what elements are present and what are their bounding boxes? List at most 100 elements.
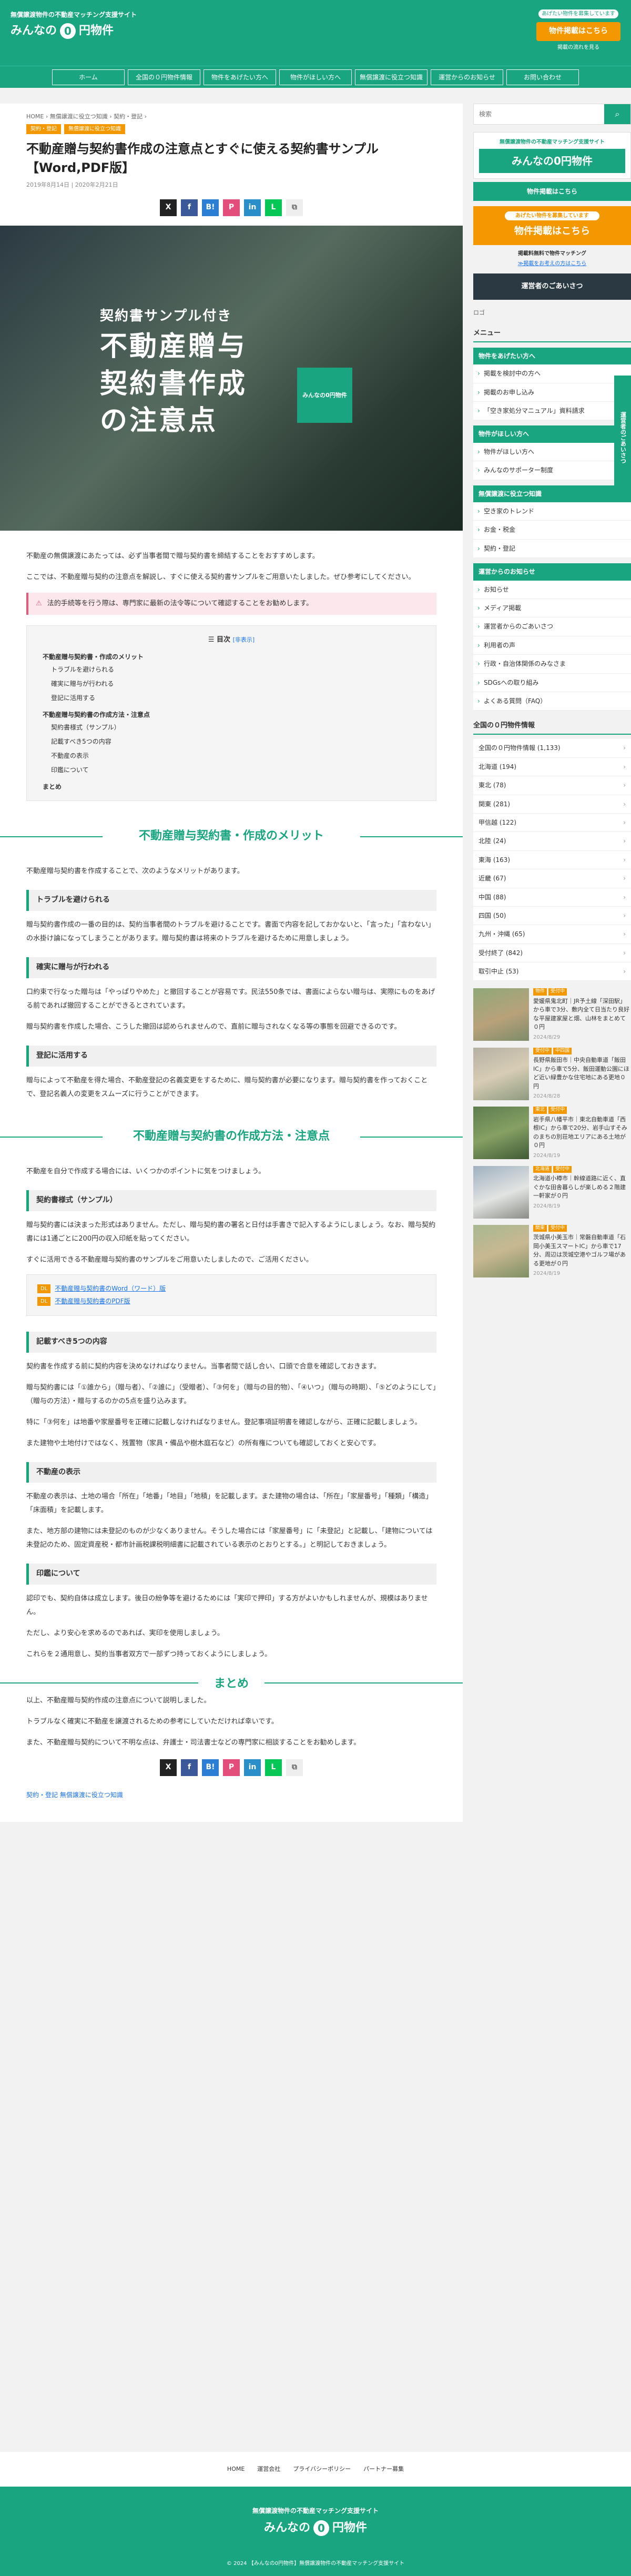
region-item[interactable]: 甲信越 (122) › [473, 814, 631, 833]
recent-post[interactable]: 受付中 中四国 長野県飯田市｜中央自動車道「飯田IC」から車で5分、飯田運動公園に… [473, 1047, 631, 1101]
footer-link-home[interactable]: HOME [227, 2465, 245, 2474]
ad-link[interactable]: ≫掲載をお考えの方はこちら [473, 259, 631, 268]
sidebar-listing-button[interactable]: 物件掲載はこちら [473, 182, 631, 201]
greeting-button[interactable]: 運営者のごあいさつ [473, 273, 631, 300]
menu-item[interactable]: 契約・登記 [473, 539, 631, 559]
toc-subitem[interactable]: 契約書様式（サンプル） [43, 721, 420, 734]
region-item[interactable]: 全国の０円物件情報 (1,133) › [473, 739, 631, 758]
menu-section[interactable]: 運営からのお知らせ [473, 563, 631, 581]
menu-section[interactable]: 物件がほしい方へ [473, 425, 631, 443]
post-date: 2024/8/28 [533, 1093, 561, 1100]
share-linkedin-button[interactable]: in [244, 199, 261, 217]
toc-subitem[interactable]: トラブルを避けられる [43, 663, 420, 676]
share-line-button[interactable]: L [265, 1759, 282, 1777]
post-date: 2024/8/29 [533, 1034, 561, 1040]
menu-item[interactable]: 掲載を検討中の方へ [473, 364, 631, 383]
menu-item[interactable]: SDGsへの取り組み [473, 673, 631, 692]
menu-item[interactable]: お金・税金 [473, 521, 631, 540]
bottom-categories[interactable]: 契約・登記 無償譲渡に役立つ知識 [26, 1790, 436, 1800]
region-item[interactable]: 関東 (281) › [473, 795, 631, 814]
nav-knowledge[interactable]: 無償譲渡に役立つ知識 [355, 69, 428, 85]
share-pocket-button[interactable]: P [223, 199, 240, 217]
nav-news[interactable]: 運営からのお知らせ [431, 69, 503, 85]
menu-item[interactable]: 運営者からのごあいさつ [473, 617, 631, 636]
menu-item[interactable]: 「空き家処分マニュアル」資料請求 [473, 402, 631, 421]
toc-toggle[interactable]: [非表示] [233, 636, 255, 643]
recent-post[interactable]: 物件 受付中 愛媛県鬼北町｜JR予土線「深田駅」から車で3分、敷内全て日当たり良好… [473, 988, 631, 1041]
share-hatena-button[interactable]: B! [202, 199, 219, 217]
recent-post[interactable]: 東北 受付中 岩手県八幡平市｜東北自動車道「西根IC」から車で20分、岩手山すそみ… [473, 1107, 631, 1160]
region-item[interactable]: 九州・沖縄 (65) › [473, 925, 631, 944]
region-item[interactable]: 中国 (88) › [473, 888, 631, 907]
breadcrumb[interactable]: HOME › 無償譲渡に役立つ知識 › 契約・登記 › [0, 112, 463, 122]
copy-link-button[interactable]: ⧉ [286, 1759, 303, 1777]
hero-subtitle: 契約書サンプル付き [100, 308, 232, 324]
download-word-link[interactable]: 不動産贈与契約書のWord（ワード）版 [55, 1283, 166, 1294]
menu-title: メニュー [473, 326, 631, 342]
footer-logo[interactable]: みんなの 0 円物件 [264, 2518, 367, 2538]
share-linkedin-button[interactable]: in [244, 1759, 261, 1777]
toc-subitem[interactable]: 記載すべき5つの内容 [43, 735, 420, 748]
region-label: 中国 (88) [479, 893, 506, 901]
listing-flow-link[interactable]: 掲載の流れを見る [557, 45, 599, 50]
menu-item[interactable]: 行政・自治体関係のみなさま [473, 655, 631, 674]
post-badges: 受付中 中四国 [533, 1047, 631, 1055]
menu-item[interactable]: メディア掲載 [473, 599, 631, 618]
search-input[interactable] [474, 104, 604, 124]
region-item[interactable]: 取引中止 (53) › [473, 962, 631, 981]
toc-subitem[interactable]: 印鑑について [43, 764, 420, 777]
toc-subitem[interactable]: 不動産の表示 [43, 749, 420, 763]
footer-link-partner[interactable]: パートナー募集 [363, 2465, 404, 2474]
nav-give[interactable]: 物件をあげたい方へ [203, 69, 276, 85]
share-hatena-button[interactable]: B! [202, 1759, 219, 1777]
menu-section[interactable]: 物件をあげたい方へ [473, 347, 631, 365]
post-badges: 物件 受付中 [533, 988, 631, 996]
share-x-button[interactable]: X [160, 1759, 177, 1777]
chevron-right-icon: › [623, 893, 626, 901]
recent-post[interactable]: 関東 受付中 茨城県小美玉市｜常磐自動車道「石岡小美玉スマートIC」から車で17分… [473, 1224, 631, 1278]
toc-subitem[interactable]: 登記に活用する [43, 692, 420, 705]
nav-listings[interactable]: 全国の０円物件情報 [128, 69, 200, 85]
toc-subitem[interactable]: 確実に贈与が行われる [43, 677, 420, 691]
search-icon[interactable]: ⌕ [604, 104, 630, 124]
sidebar-orange-listing[interactable]: あげたい物件を募集しています 物件掲載はこちら [473, 206, 631, 245]
menu-item[interactable]: お知らせ [473, 580, 631, 599]
category-tag[interactable]: 無償譲渡に役立つ知識 [64, 124, 125, 134]
region-item[interactable]: 北海道 (194) › [473, 758, 631, 777]
share-line-button[interactable]: L [265, 199, 282, 217]
listing-button[interactable]: 物件掲載はこちら [536, 22, 620, 41]
download-badge: DL [37, 1297, 51, 1306]
share-pocket-button[interactable]: P [223, 1759, 240, 1777]
site-logo[interactable]: みんなの 0 円物件 [11, 21, 114, 40]
menu-section[interactable]: 無償譲渡に役立つ知識 [473, 485, 631, 502]
share-facebook-button[interactable]: f [181, 199, 198, 217]
footer-link-company[interactable]: 運営会社 [257, 2465, 280, 2474]
menu-item[interactable]: 物件がほしい方へ [473, 442, 631, 462]
menu-item[interactable]: 利用者の声 [473, 636, 631, 655]
sidebar-logo[interactable]: 無償譲渡物件の不動産マッチング支援サイト みんなの0円物件 [473, 132, 631, 179]
region-item[interactable]: 近畿 (67) › [473, 869, 631, 888]
share-facebook-button[interactable]: f [181, 1759, 198, 1777]
nav-want[interactable]: 物件がほしい方へ [279, 69, 352, 85]
region-item[interactable]: 北陸 (24) › [473, 832, 631, 851]
toc-item[interactable]: 不動産贈与契約書・作成のメリット [43, 652, 420, 662]
nav-contact[interactable]: お問い合わせ [506, 69, 579, 85]
nav-home[interactable]: ホーム [52, 69, 125, 85]
region-item[interactable]: 受付終了 (842) › [473, 944, 631, 963]
footer-link-privacy[interactable]: プライバシーポリシー [293, 2465, 351, 2474]
recent-post[interactable]: 北海道 受付中 北海道小樽市｜幹線道路に近く、直ぐかな田舎暮らしが楽しめる２階建一… [473, 1165, 631, 1219]
menu-item[interactable]: 空き家のトレンド [473, 502, 631, 521]
copy-link-button[interactable]: ⧉ [286, 199, 303, 217]
share-x-button[interactable]: X [160, 199, 177, 217]
download-pdf-link[interactable]: 不動産贈与契約書のPDF版 [55, 1296, 130, 1306]
floating-greeting-tab[interactable]: 運営者のごあいさつ [614, 376, 631, 500]
menu-item[interactable]: みんなのサポーター制度 [473, 461, 631, 480]
region-item[interactable]: 四国 (50) › [473, 907, 631, 926]
region-item[interactable]: 東海 (163) › [473, 851, 631, 870]
category-tag[interactable]: 契約・登記 [26, 124, 61, 134]
menu-item[interactable]: 掲載のお申し込み [473, 383, 631, 402]
menu-item[interactable]: よくある質問（FAQ） [473, 692, 631, 711]
region-item[interactable]: 東北 (78) › [473, 776, 631, 795]
toc-item[interactable]: まとめ [43, 782, 420, 792]
toc-item[interactable]: 不動産贈与契約書の作成方法・注意点 [43, 709, 420, 720]
